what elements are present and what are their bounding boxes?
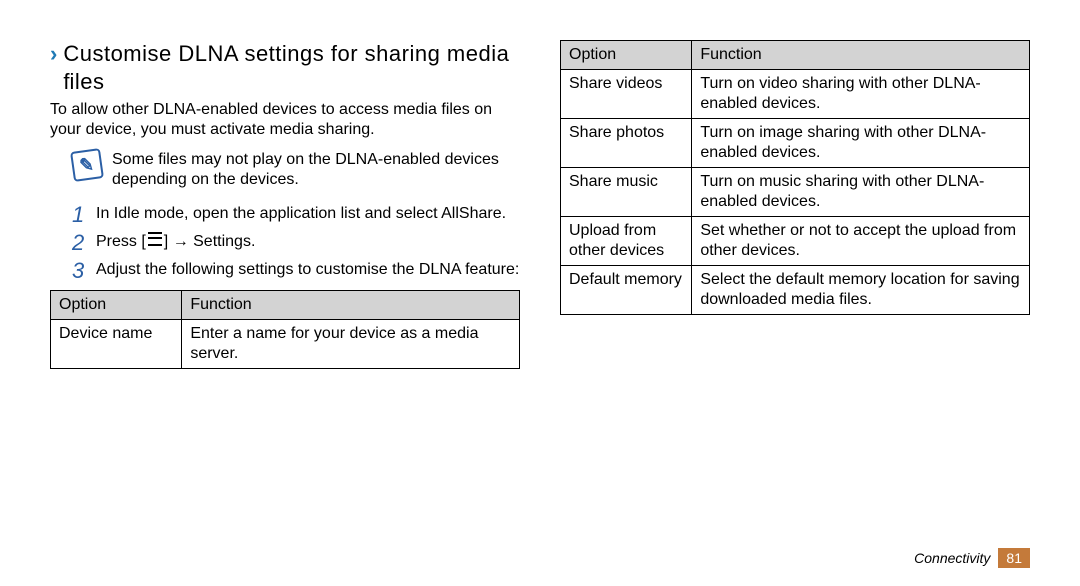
td-function: Turn on image sharing with other DLNA-en… bbox=[692, 119, 1030, 168]
td-option: Share music bbox=[561, 168, 692, 217]
note-icon: ✎ bbox=[70, 148, 104, 182]
options-table-right: Option Function Share videos Turn on vid… bbox=[560, 40, 1030, 315]
step-1: 1 In Idle mode, open the application lis… bbox=[72, 204, 520, 226]
page-footer: Connectivity 81 bbox=[914, 548, 1030, 568]
menu-icon bbox=[148, 232, 162, 246]
step-number: 3 bbox=[72, 260, 96, 282]
footer-section: Connectivity bbox=[914, 550, 990, 566]
step-text: Press [ ] → Settings. bbox=[96, 232, 255, 252]
step2-pre: Press [ bbox=[96, 233, 146, 250]
note-block: ✎ Some ﬁles may not play on the DLNA-ena… bbox=[72, 150, 520, 190]
intro-text: To allow other DLNA-enabled devices to a… bbox=[50, 100, 520, 140]
page-number: 81 bbox=[998, 548, 1030, 568]
td-function: Set whether or not to accept the upload … bbox=[692, 217, 1030, 266]
manual-page: › Customise DLNA settings for sharing me… bbox=[0, 0, 1080, 586]
td-function: Select the default memory location for s… bbox=[692, 266, 1030, 315]
step-text: Adjust the following settings to customi… bbox=[96, 260, 519, 280]
td-function: Turn on music sharing with other DLNA-en… bbox=[692, 168, 1030, 217]
table-header-row: Option Function bbox=[561, 41, 1030, 70]
th-function: Function bbox=[692, 41, 1030, 70]
td-option: Default memory bbox=[561, 266, 692, 315]
options-table-left: Option Function Device name Enter a name… bbox=[50, 290, 520, 369]
table-row: Share music Turn on music sharing with o… bbox=[561, 168, 1030, 217]
step2-post: ] → Settings. bbox=[164, 233, 256, 250]
td-option: Upload from other devices bbox=[561, 217, 692, 266]
th-option: Option bbox=[51, 291, 182, 320]
section-heading: › Customise DLNA settings for sharing me… bbox=[50, 40, 520, 96]
th-option: Option bbox=[561, 41, 692, 70]
note-text: Some ﬁles may not play on the DLNA-enabl… bbox=[112, 150, 520, 190]
heading-text: Customise DLNA settings for sharing medi… bbox=[63, 40, 520, 96]
td-option: Share videos bbox=[561, 70, 692, 119]
table-header-row: Option Function bbox=[51, 291, 520, 320]
table-row: Share photos Turn on image sharing with … bbox=[561, 119, 1030, 168]
chevron-icon: › bbox=[50, 40, 57, 68]
th-function: Function bbox=[182, 291, 520, 320]
step-2: 2 Press [ ] → Settings. bbox=[72, 232, 520, 254]
step-text: In Idle mode, open the application list … bbox=[96, 204, 506, 224]
table-row: Upload from other devices Set whether or… bbox=[561, 217, 1030, 266]
td-option: Share photos bbox=[561, 119, 692, 168]
table-row: Share videos Turn on video sharing with … bbox=[561, 70, 1030, 119]
left-column: › Customise DLNA settings for sharing me… bbox=[50, 40, 520, 586]
step-number: 1 bbox=[72, 204, 96, 226]
td-function: Enter a name for your device as a media … bbox=[182, 320, 520, 369]
table-row: Default memory Select the default memory… bbox=[561, 266, 1030, 315]
table-row: Device name Enter a name for your device… bbox=[51, 320, 520, 369]
step-3: 3 Adjust the following settings to custo… bbox=[72, 260, 520, 282]
step-number: 2 bbox=[72, 232, 96, 254]
right-column: Option Function Share videos Turn on vid… bbox=[560, 40, 1030, 586]
td-option: Device name bbox=[51, 320, 182, 369]
td-function: Turn on video sharing with other DLNA-en… bbox=[692, 70, 1030, 119]
